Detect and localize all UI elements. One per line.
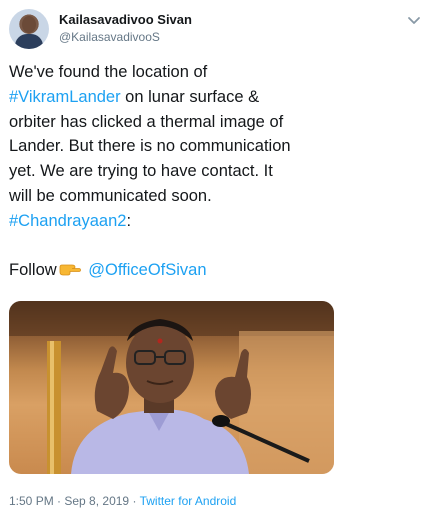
tweet-line: #VikramLander on lunar surface &	[9, 85, 423, 110]
author-display-name[interactable]: Kailasavadivoo Sivan	[59, 12, 192, 27]
tweet-header: Kailasavadivoo Sivan @KailasavadivooS	[9, 9, 425, 53]
tweet-photo[interactable]	[9, 301, 334, 474]
tweet-line: orbiter has clicked a thermal image of	[9, 112, 284, 131]
meta-separator: ·	[129, 494, 140, 508]
meta-separator: ·	[53, 494, 65, 508]
tweet-line: will be communicated soon.	[9, 186, 212, 205]
tweet-time[interactable]: 1:50 PM	[9, 494, 54, 508]
author-handle[interactable]: @KailasavadivooS	[59, 30, 160, 44]
pointing-right-icon	[59, 264, 81, 276]
hashtag-vikramlander[interactable]: #VikramLander	[9, 88, 121, 106]
tweet-meta: 1:50 PM · Sep 8, 2019 · Twitter for Andr…	[9, 494, 236, 508]
tweet-date[interactable]: Sep 8, 2019	[64, 494, 129, 508]
tweet-source[interactable]: Twitter for Android	[140, 494, 237, 508]
tweet-line: Lander. But there is no communication	[9, 137, 291, 156]
tweet-text: We've found the location of #VikramLande…	[9, 60, 423, 283]
chevron-down-icon[interactable]	[403, 12, 425, 30]
tweet-line-text: :	[126, 211, 132, 230]
avatar[interactable]	[9, 9, 49, 49]
tweet-line-text: on lunar surface &	[120, 87, 260, 106]
photo-illustration	[9, 301, 334, 474]
tweet-line: #Chandrayaan2:	[9, 209, 423, 234]
mention-officeofsivan[interactable]: @OfficeOfSivan	[88, 261, 206, 279]
tweet-line: yet. We are trying to have contact. It	[9, 162, 273, 181]
tweet-line: Follow @OfficeOfSivan	[9, 258, 423, 283]
follow-text: Follow	[9, 261, 57, 280]
hashtag-chandrayaan2[interactable]: #Chandrayaan2	[9, 212, 126, 230]
tweet-line: We've found the location of	[9, 63, 208, 81]
